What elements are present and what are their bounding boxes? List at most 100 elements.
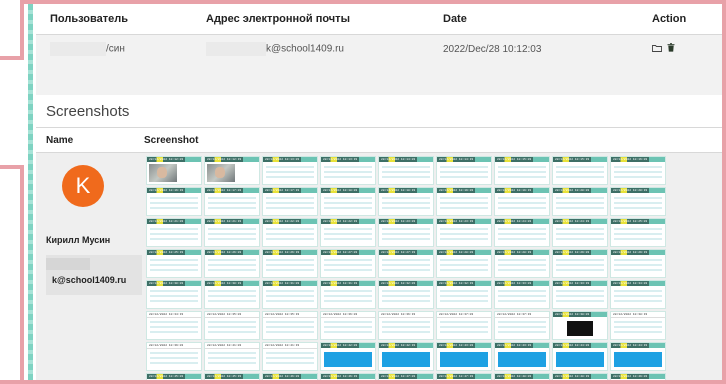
screenshot-thumbnail[interactable]: 28/12/2022 10:14:03: [378, 156, 434, 185]
screenshot-thumbnail[interactable]: 28/12/2022 10:23:03: [378, 218, 434, 247]
screenshots-header: Name Screenshot: [36, 127, 722, 153]
screenshot-thumbnail[interactable]: 28/12/2022 10:30:03: [146, 280, 202, 309]
screenshot-thumbnail[interactable]: 28/12/2022 10:23:33: [436, 218, 492, 247]
screenshot-thumbnail[interactable]: 28/12/2022 10:27:33: [378, 249, 434, 278]
screenshot-thumbnail[interactable]: 28/12/2022 10:35:03: [204, 311, 260, 340]
screenshot-thumbnail[interactable]: 28/12/2022 10:20:33: [610, 187, 666, 216]
screenshot-thumbnail[interactable]: 28/12/2022 10:16:03: [610, 156, 666, 185]
screenshot-thumbnail[interactable]: 28/12/2022 10:22:03: [262, 218, 318, 247]
screenshot-thumbnail[interactable]: 28/12/2022 10:24:33: [552, 218, 608, 247]
screenshot-thumbnail[interactable]: 28/12/2022 10:41:03: [204, 342, 260, 371]
screenshot-thumbnail[interactable]: 28/12/2022 10:26:03: [204, 249, 260, 278]
screenshot-thumbnail[interactable]: 28/12/2022 10:43:33: [494, 342, 550, 371]
screenshot-thumbnail[interactable]: 28/12/2022 10:34:03: [610, 280, 666, 309]
screenshot-thumbnail[interactable]: 28/12/2022 10:44:33: [610, 342, 666, 371]
thumbnail-timestamp: 28/12/2022 10:44:03: [555, 344, 590, 347]
screenshot-thumbnail[interactable]: 28/12/2022 10:44:03: [552, 342, 608, 371]
row-actions: [652, 43, 722, 55]
screenshot-thumbnail[interactable]: 28/12/2022 10:19:33: [494, 187, 550, 216]
screenshot-thumbnail[interactable]: 28/12/2022 10:18:03: [320, 187, 376, 216]
screenshot-thumbnail[interactable]: 28/12/2022 10:27:03: [320, 249, 376, 278]
screenshot-thumbnail[interactable]: 28/12/2022 10:38:33: [610, 311, 666, 340]
screenshot-thumbnail[interactable]: 28/12/2022 10:38:03: [552, 311, 608, 340]
screenshot-thumbnail[interactable]: 28/12/2022 10:12:03: [146, 156, 202, 185]
screenshot-thumbnail[interactable]: 28/12/2022 10:14:33: [436, 156, 492, 185]
screenshot-thumbnail[interactable]: 28/12/2022 10:22:33: [320, 218, 376, 247]
screenshot-thumbnail[interactable]: 28/12/2022 10:47:03: [378, 373, 434, 380]
thumbnail-content: [614, 166, 662, 181]
thumbnail-timestamp: 28/12/2022 10:15:03: [497, 158, 532, 161]
screenshot-thumbnail[interactable]: 28/12/2022 10:19:03: [436, 187, 492, 216]
screenshot-thumbnail[interactable]: 28/12/2022 10:18:33: [378, 187, 434, 216]
screenshot-thumbnail[interactable]: 28/12/2022 10:37:33: [494, 311, 550, 340]
thumbnail-content: [440, 352, 488, 367]
screenshot-thumbnail[interactable]: 28/12/2022 10:24:03: [494, 218, 550, 247]
thumbnail-timestamp: 28/12/2022 10:25:33: [149, 251, 184, 254]
thumbnail-timestamp: 28/12/2022 10:30:33: [207, 282, 242, 285]
screenshot-thumbnail[interactable]: 28/12/2022 10:12:33: [204, 156, 260, 185]
thumbnail-timestamp: 28/12/2022 10:19:03: [439, 189, 474, 192]
screenshot-thumbnail[interactable]: 28/12/2022 10:15:03: [494, 156, 550, 185]
screenshot-thumbnail[interactable]: 28/12/2022 10:45:03: [146, 373, 202, 380]
avatar-letter: K: [75, 173, 91, 198]
screenshot-thumbnail[interactable]: 28/12/2022 10:13:03: [262, 156, 318, 185]
screenshot-thumbnail[interactable]: 28/12/2022 10:31:33: [320, 280, 376, 309]
screenshot-thumbnail[interactable]: 28/12/2022 10:31:03: [262, 280, 318, 309]
screenshot-thumbnail[interactable]: 28/12/2022 10:17:03: [204, 187, 260, 216]
screenshot-thumbnail[interactable]: 28/12/2022 10:33:33: [552, 280, 608, 309]
screenshot-thumbnail[interactable]: 28/12/2022 10:39:03: [146, 342, 202, 371]
screenshot-thumbnail[interactable]: 28/12/2022 10:41:33: [262, 342, 318, 371]
thumbnail-timestamp: 28/12/2022 10:46:33: [323, 375, 358, 378]
thumbnail-timestamp: 28/12/2022 10:26:33: [265, 251, 300, 254]
folder-icon[interactable]: [652, 44, 662, 55]
screenshot-thumbnail[interactable]: 28/12/2022 10:15:33: [552, 156, 608, 185]
screenshot-thumbnail[interactable]: 28/12/2022 10:28:03: [436, 249, 492, 278]
screenshot-thumbnail[interactable]: 28/12/2022 10:29:33: [610, 249, 666, 278]
screenshot-thumbnail[interactable]: 28/12/2022 10:46:33: [320, 373, 376, 380]
screenshot-thumbnail[interactable]: 28/12/2022 10:46:03: [262, 373, 318, 380]
screenshot-thumbnail[interactable]: 28/12/2022 10:26:33: [262, 249, 318, 278]
screenshot-thumbnail[interactable]: 28/12/2022 10:21:03: [146, 218, 202, 247]
screenshot-thumbnail[interactable]: 28/12/2022 10:20:03: [552, 187, 608, 216]
screenshot-thumbnail[interactable]: 28/12/2022 10:36:33: [378, 311, 434, 340]
header-name: Name: [46, 134, 74, 146]
screenshot-thumbnail[interactable]: 28/12/2022 10:34:33: [146, 311, 202, 340]
screenshot-thumbnail[interactable]: 28/12/2022 10:33:03: [494, 280, 550, 309]
screenshot-thumbnail[interactable]: 28/12/2022 10:28:33: [494, 249, 550, 278]
screenshot-thumbnail[interactable]: 28/12/2022 10:37:03: [436, 311, 492, 340]
thumbnail-content: [266, 166, 314, 181]
thumbnail-content: [324, 259, 372, 274]
screenshot-thumbnail[interactable]: 28/12/2022 10:16:33: [146, 187, 202, 216]
screenshot-thumbnail[interactable]: 28/12/2022 10:49:03: [610, 373, 666, 380]
thumbnail-content: [614, 290, 662, 305]
screenshot-thumbnail[interactable]: 28/12/2022 10:30:33: [204, 280, 260, 309]
screenshot-thumbnail[interactable]: 28/12/2022 10:25:33: [146, 249, 202, 278]
screenshot-thumbnail[interactable]: 28/12/2022 10:17:33: [262, 187, 318, 216]
table-row: /син k@school1409.ru 2022/Dec/28 10:12:0…: [36, 35, 722, 63]
screenshot-thumbnail[interactable]: 28/12/2022 10:48:33: [552, 373, 608, 380]
screenshot-thumbnail[interactable]: 28/12/2022 10:32:33: [436, 280, 492, 309]
thumbnail-timestamp: 28/12/2022 10:16:03: [613, 158, 648, 161]
thumbnail-content: [382, 259, 430, 274]
screenshot-thumbnail[interactable]: 28/12/2022 10:25:03: [610, 218, 666, 247]
thumbnail-timestamp: 28/12/2022 10:37:33: [497, 313, 532, 316]
screenshot-thumbnail[interactable]: 28/12/2022 10:43:03: [436, 342, 492, 371]
screenshot-thumbnail[interactable]: 28/12/2022 10:35:33: [262, 311, 318, 340]
thumbnail-timestamp: 28/12/2022 10:20:33: [613, 189, 648, 192]
screenshot-thumbnail[interactable]: 28/12/2022 10:42:03: [320, 342, 376, 371]
thumbnail-content: [150, 228, 198, 243]
screenshot-thumbnail[interactable]: 28/12/2022 10:21:33: [204, 218, 260, 247]
screenshot-thumbnail[interactable]: 28/12/2022 10:29:03: [552, 249, 608, 278]
screenshot-thumbnail[interactable]: 28/12/2022 10:32:03: [378, 280, 434, 309]
screenshot-thumbnail[interactable]: 28/12/2022 10:45:33: [204, 373, 260, 380]
thumbnail-timestamp: 28/12/2022 10:38:33: [613, 313, 648, 316]
screenshot-thumbnail[interactable]: 28/12/2022 10:13:33: [320, 156, 376, 185]
thumbnail-content: [498, 228, 546, 243]
thumbnail-timestamp: 28/12/2022 10:45:03: [149, 375, 184, 378]
screenshot-thumbnail[interactable]: 28/12/2022 10:42:33: [378, 342, 434, 371]
screenshot-thumbnail[interactable]: 28/12/2022 10:47:33: [436, 373, 492, 380]
trash-icon[interactable]: [667, 43, 675, 55]
screenshot-grid: 28/12/2022 10:12:03 28/12/2022 10:12:33 28…: [144, 153, 666, 380]
screenshot-thumbnail[interactable]: 28/12/2022 10:48:03: [494, 373, 550, 380]
screenshot-thumbnail[interactable]: 28/12/2022 10:36:03: [320, 311, 376, 340]
